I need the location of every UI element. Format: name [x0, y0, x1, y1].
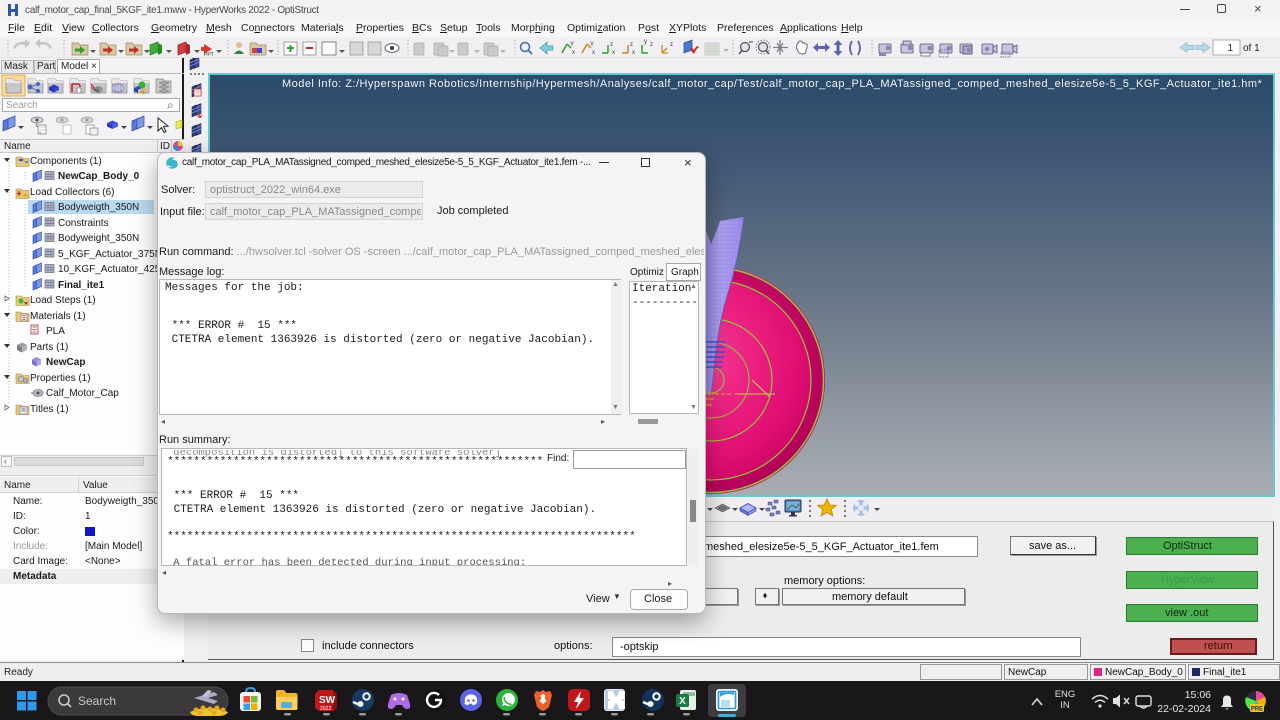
- svg-text:SW: SW: [319, 695, 336, 706]
- svg-text:z: z: [670, 42, 673, 48]
- svg-text:ENG: ENG: [1055, 689, 1076, 700]
- svg-text:X: X: [679, 696, 686, 707]
- svg-text:IN: IN: [1060, 700, 1070, 711]
- svg-text:z: z: [610, 42, 613, 48]
- svg-text:y: y: [644, 39, 647, 45]
- svg-text:of 1: of 1: [1243, 43, 1260, 54]
- svg-text:1: 1: [1227, 43, 1233, 54]
- svg-text:z: z: [630, 42, 633, 48]
- svg-text:z: z: [650, 42, 653, 48]
- svg-text:PRE: PRE: [1251, 707, 1263, 713]
- svg-text:22-02-2024: 22-02-2024: [1157, 703, 1211, 715]
- svg-text:x: x: [612, 50, 615, 56]
- svg-text:x: x: [632, 50, 635, 56]
- svg-text:2022: 2022: [320, 706, 331, 712]
- svg-text:Y: Y: [570, 42, 574, 48]
- svg-text:Search: Search: [78, 694, 116, 708]
- svg-text:x: x: [592, 50, 595, 56]
- svg-text:x: x: [572, 50, 575, 56]
- svg-text:15:06: 15:06: [1185, 689, 1211, 701]
- svg-text:Y: Y: [590, 42, 594, 48]
